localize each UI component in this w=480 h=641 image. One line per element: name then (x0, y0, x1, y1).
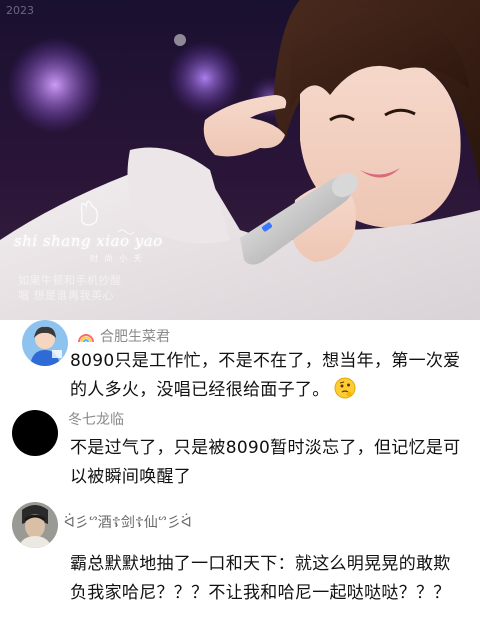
watermark-logo: shi shang xiao yao (14, 232, 163, 250)
avatar[interactable] (12, 502, 58, 548)
comment-username[interactable]: 合肥生菜君 (78, 326, 170, 346)
comment-text: 不是过气了，只是被8090暂时淡忘了，但记忆是可以被瞬间唤醒了 (70, 438, 461, 487)
video-caption-line1: 如果牛顿和手机抄醒 (18, 274, 122, 287)
comment-item: 冬七龙临 不是过气了，只是被8090暂时淡忘了，但记忆是可以被瞬间唤醒了 (0, 400, 480, 490)
cartoon-boy-avatar-icon (22, 320, 68, 366)
comment-username[interactable]: ᐛ彡ᔥ酒☦剑☦仙ᔥ彡ᐛ (64, 512, 192, 532)
comment-text: 8090只是工作忙，不是不在了，想当年，第一次爱的人多火，没唱已经很给面子了。 (70, 347, 470, 405)
avatar[interactable] (22, 320, 68, 366)
watermark-subtitle: 时 尚 小 夭 (90, 254, 144, 263)
comment-text: 霸总默默地抽了一口和天下：就这么明晃晃的敢欺负我家哈尼？？？不让我和哈尼一起哒哒… (70, 554, 451, 603)
avatar[interactable] (12, 410, 58, 456)
comment-username[interactable]: 冬七龙临 (68, 409, 124, 429)
portrait-avatar-icon (12, 502, 58, 548)
comment-item: 合肥生菜君 8090只是工作忙，不是不在了，想当年，第一次爱的人多火，没唱已经很… (0, 320, 480, 400)
video-corner-label: 2023 (6, 4, 34, 17)
username-text: 合肥生菜君 (100, 329, 170, 345)
video-frame[interactable]: 2023 shi shang xiao yao 时 尚 小 夭 如果牛顿和手机抄… (0, 0, 480, 320)
comment-body: 8090只是工作忙，不是不在了，想当年，第一次爱的人多火，没唱已经很给面子了。 (70, 351, 461, 400)
video-caption-line2: 唱 想是谁再我英心 (18, 289, 114, 302)
thinking-face-icon (334, 377, 355, 399)
rainbow-icon (78, 334, 94, 342)
comment-item: ᐛ彡ᔥ酒☦剑☦仙ᔥ彡ᐛ 霸总默默地抽了一口和天下：就这么明晃晃的敢欺负我家哈尼？… (0, 498, 480, 641)
